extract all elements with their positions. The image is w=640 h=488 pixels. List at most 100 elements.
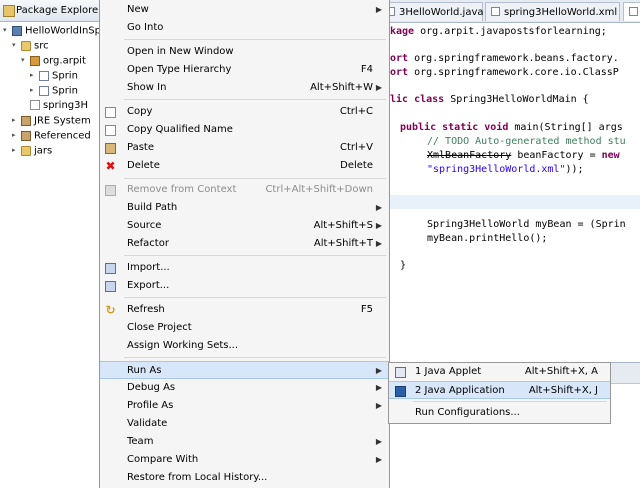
tree-item-label: src [34,40,49,52]
menu-separator [413,401,607,402]
java-file-icon [39,70,49,81]
tree-item[interactable]: ▸ Sprin [30,83,78,98]
tree-item[interactable]: ▸ JRE System [12,113,91,128]
code-line: myBean.printHello(); [427,233,548,244]
import-icon [105,263,116,274]
tab-label: spring3HelloWorld.xml [504,7,618,18]
folder-icon [21,145,31,156]
menu-item-new[interactable]: New ▶ [100,1,389,19]
java-application-icon [395,386,406,397]
expanded-arrow-icon[interactable]: ▾ [21,53,29,68]
menu-item-refactor[interactable]: Refactor Alt+Shift+T ▶ [100,235,389,253]
run-as-submenu: 1 Java Applet Alt+Shift+X, A 2 Java Appli… [388,362,611,424]
tree-item[interactable]: ▾ org.arpit [21,53,86,68]
menu-item-debug-as[interactable]: Debug As ▶ [100,379,389,397]
tree-item-label: Sprin [52,70,78,82]
submenu-arrow-icon: ▶ [375,383,382,392]
menu-item-compare-with[interactable]: Compare With ▶ [100,451,389,469]
menu-separator [124,178,386,179]
submenu-arrow-icon: ▶ [375,83,382,92]
menu-item-delete[interactable]: ✖ Delete Delete [100,157,389,175]
expanded-arrow-icon[interactable]: ▾ [3,23,11,38]
tab-helloworld-xml[interactable]: spring3HelloWorld.xml [485,2,620,21]
tree-item-label: JRE System [34,115,91,127]
submenu-arrow-icon: ▶ [375,366,382,375]
tree-item[interactable]: ▾ src [12,38,49,53]
menu-item-close-project[interactable]: Close Project [100,319,389,337]
code-line: XmlBeanFactory beanFactory = new [427,150,620,161]
menu-separator [124,255,386,256]
tab-helloworld-java[interactable]: 3HelloWorld.java [390,2,484,21]
menu-item-team[interactable]: Team ▶ [100,433,389,451]
menu-item-assign-working-sets[interactable]: Assign Working Sets... [100,337,389,355]
menu-item-import[interactable]: Import... [100,259,389,277]
collapsed-arrow-icon[interactable]: ▸ [30,83,38,98]
tree-item[interactable]: ▾ HelloWorldInSp [3,23,100,38]
tree-item[interactable]: ▸ Sprin [30,68,78,83]
library-icon [21,130,31,141]
menu-item-profile-as[interactable]: Profile As ▶ [100,397,389,415]
expanded-arrow-icon[interactable]: ▾ [12,38,20,53]
package-explorer: Package Explorer ▾ HelloWorldInSp ▾ src ▾ org… [0,0,100,488]
submenu-item-run-configurations[interactable]: Run Configurations... [389,404,610,422]
submenu-arrow-icon: ▶ [375,239,382,248]
submenu-arrow-icon: ▶ [375,455,382,464]
submenu-item-java-applet[interactable]: 1 Java Applet Alt+Shift+X, A [389,363,610,381]
collapsed-arrow-icon[interactable]: ▸ [12,113,20,128]
package-explorer-icon [3,5,15,17]
menu-separator [124,357,386,358]
code-line: // TODO Auto-generated method stu [427,136,626,147]
menu-item-source[interactable]: Source Alt+Shift+S ▶ [100,217,389,235]
menu-item-show-in[interactable]: Show In Alt+Shift+W ▶ [100,79,389,97]
menu-separator [124,39,386,40]
collapsed-arrow-icon[interactable]: ▸ [30,68,38,83]
tree-item-label: org.arpit [43,55,86,67]
code-line: ort org.springframework.core.io.ClassP [390,67,619,78]
tab-main-java[interactable] [623,2,640,21]
menu-item-copy[interactable]: Copy Ctrl+C [100,103,389,121]
submenu-arrow-icon: ▶ [375,203,382,212]
code-line: } [400,260,407,271]
menu-separator [124,99,386,100]
submenu-arrow-icon: ▶ [375,5,382,14]
current-line-highlight [390,195,640,209]
collapsed-arrow-icon[interactable]: ▸ [12,128,20,143]
tree-item[interactable]: spring3H [21,98,88,113]
code-line: lic class Spring3HelloWorldMain { [390,94,589,105]
menu-item-export[interactable]: Export... [100,277,389,295]
code-line: ort org.springframework.beans.factory. [390,53,619,64]
copy-icon [105,107,116,118]
menu-item-go-into[interactable]: Go Into [100,19,389,37]
menu-item-validate[interactable]: Validate [100,415,389,433]
submenu-item-java-application[interactable]: 2 Java Application Alt+Shift+X, J [389,381,610,399]
submenu-arrow-icon: ▶ [375,221,382,230]
menu-item-build-path[interactable]: Build Path ▶ [100,199,389,217]
library-icon [21,115,31,126]
project-icon [12,25,22,36]
tree-item[interactable]: ▸ jars [12,143,52,158]
collapsed-arrow-icon[interactable]: ▸ [12,143,20,158]
tree-item[interactable]: ▸ Referenced [12,128,91,143]
menu-item-paste[interactable]: Paste Ctrl+V [100,139,389,157]
tree-item-label: spring3H [43,100,89,111]
java-file-icon [39,85,49,96]
menu-item-refresh[interactable]: ↻ Refresh F5 [100,301,389,319]
folder-icon [21,40,31,51]
editor-tab-bar: 3HelloWorld.java spring3HelloWorld.xml [390,0,640,23]
paste-icon [105,143,116,154]
tree-item-label: jars [34,145,53,157]
code-area[interactable]: kage org.arpit.javapostsforlearning; ort… [390,22,640,362]
menu-item-open-new-window[interactable]: Open in New Window [100,43,389,61]
menu-item-copy-qualified-name[interactable]: Copy Qualified Name [100,121,389,139]
menu-item-restore-local-history[interactable]: Restore from Local History... [100,469,389,487]
submenu-arrow-icon: ▶ [375,437,382,446]
submenu-arrow-icon: ▶ [375,401,382,410]
refresh-icon: ↻ [105,303,116,317]
package-icon [30,55,40,66]
package-explorer-title: Package Explorer [16,5,100,16]
menu-item-run-as[interactable]: Run As ▶ [100,361,389,379]
copy-qualified-icon [105,125,116,136]
package-explorer-header[interactable]: Package Explorer [0,0,100,22]
code-line: kage org.arpit.javapostsforlearning; [390,26,607,37]
menu-item-open-type-hierarchy[interactable]: Open Type Hierarchy F4 [100,61,389,79]
